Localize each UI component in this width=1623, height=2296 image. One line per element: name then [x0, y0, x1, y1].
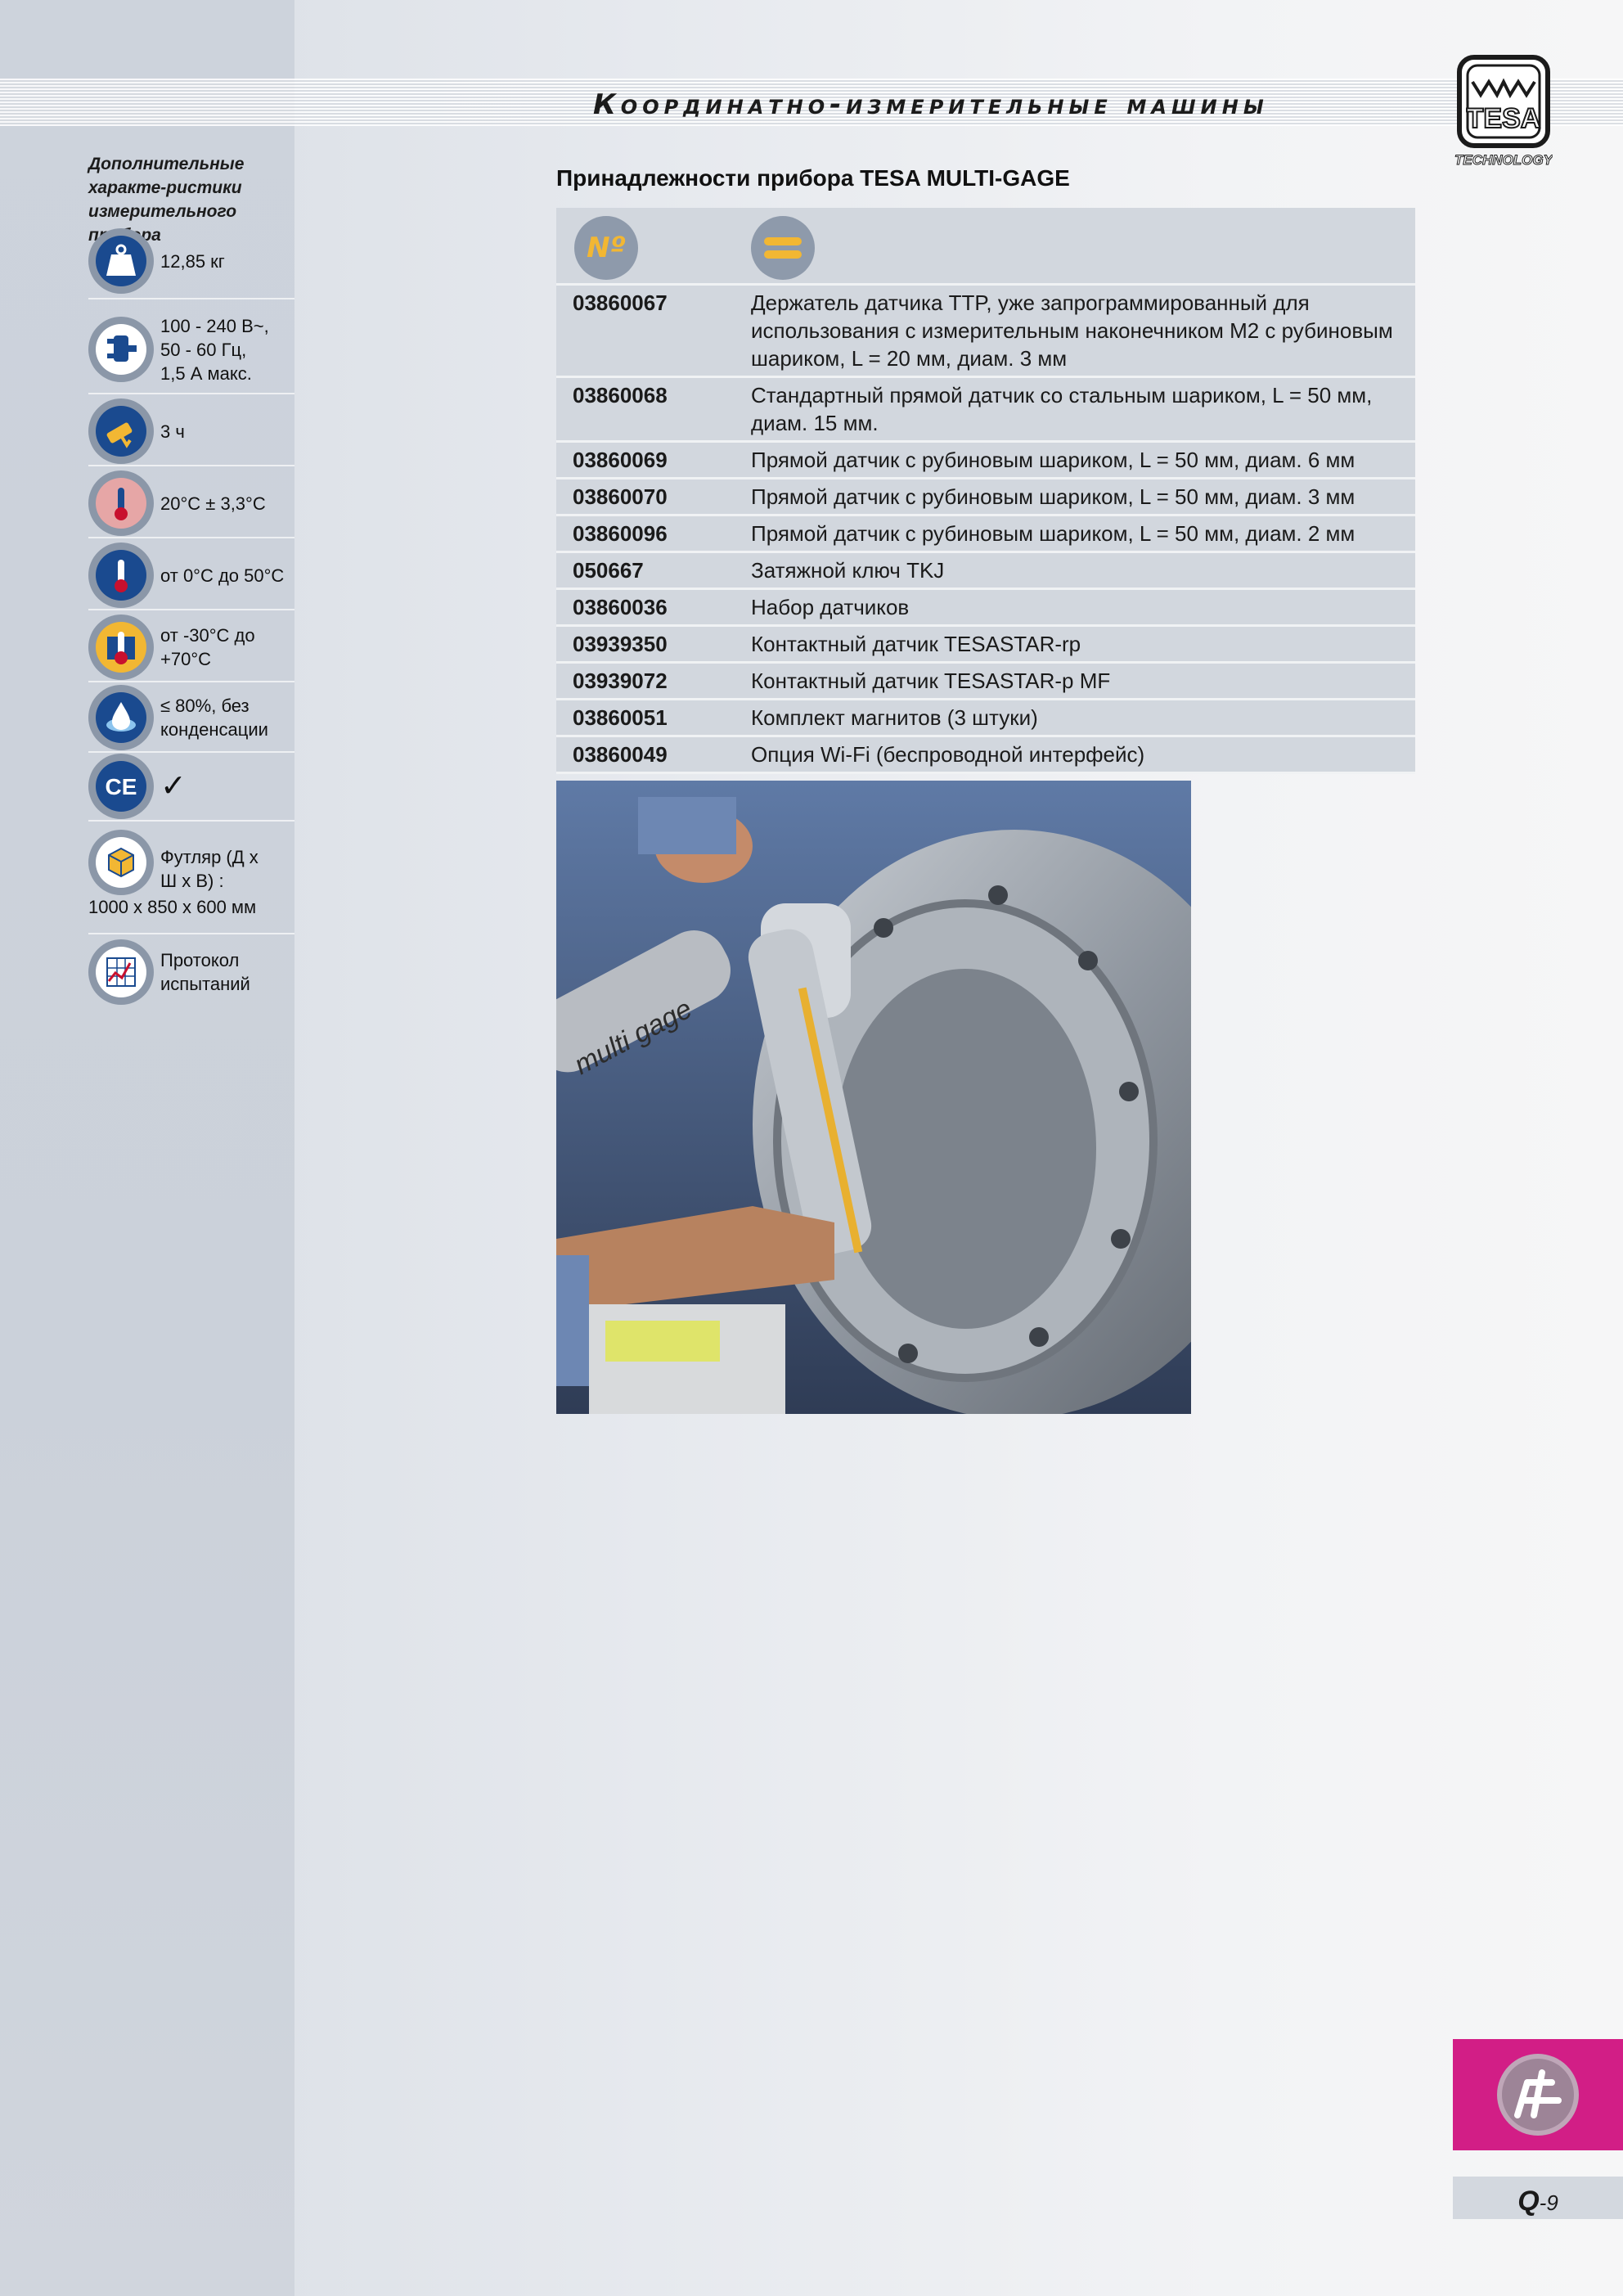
operating-temperature-icon	[88, 542, 154, 608]
spec-case: Футляр (Д x Ш x В) : 1000 x 850 x 600 мм	[88, 830, 294, 934]
ce-mark-icon: CE	[88, 754, 154, 819]
page-header-title: Координатно-измерительные машины	[593, 88, 1269, 121]
spec-weight: 12,85 кг	[88, 224, 294, 299]
page-number: Q-9	[1453, 2177, 1623, 2219]
article-number: 03860069	[573, 448, 668, 472]
test-report-icon	[88, 939, 154, 1005]
spec-humidity: ≤ 80%, без конденсации	[88, 684, 294, 753]
article-description: Прямой датчик с рубиновым шариком, L = 5…	[751, 448, 1355, 472]
table-row: 03860069 Прямой датчик с рубиновым шарико…	[556, 443, 1415, 479]
logo-brand: TESA	[1467, 103, 1541, 134]
article-description: Прямой датчик с рубиновым шариком, L = 5…	[751, 521, 1355, 546]
table-header: Nº	[556, 208, 1415, 286]
article-description: Стандартный прямой датчик со стальным ша…	[751, 383, 1373, 435]
spec-text: от -30°C до +70°C	[160, 625, 255, 669]
spec-ce: CE ✓	[88, 753, 294, 822]
svg-text:CE: CE	[106, 774, 137, 799]
spec-storage-temp: от -30°C до +70°C	[88, 614, 294, 682]
table-row: 050667 Затяжной ключ TKJ	[556, 553, 1415, 590]
logo-tagline: TECHNOLOGY	[1454, 152, 1553, 168]
article-number: 03860096	[573, 521, 668, 546]
case-icon	[88, 830, 154, 895]
article-number: 03860068	[573, 383, 668, 407]
spec-text: ≤ 80%, без конденсации	[160, 696, 268, 740]
spec-test-report: Протокол испытаний	[88, 939, 294, 1005]
storage-temperature-icon	[88, 615, 154, 680]
weight-icon	[88, 228, 154, 294]
article-description: Опция Wi-Fi (беспроводной интерфейс)	[751, 742, 1145, 767]
article-description: Держатель датчика TTP, уже запрограммиро…	[751, 290, 1393, 371]
article-description: Затяжной ключ TKJ	[751, 558, 945, 583]
article-number: 03939072	[573, 669, 668, 693]
spec-ref-temp: 20°C ± 3,3°C	[88, 470, 294, 538]
table-row: 03860070 Прямой датчик с рубиновым шарико…	[556, 479, 1415, 516]
spec-text: 100 - 240 В~, 50 - 60 Гц, 1,5 А макс.	[160, 315, 269, 384]
table-row: 03860068 Стандартный прямой датчик со ста…	[556, 378, 1415, 443]
article-description: Набор датчиков	[751, 595, 910, 619]
table-row: 03860096 Прямой датчик с рубиновым шарико…	[556, 516, 1415, 553]
height-gauge-icon	[1497, 2054, 1579, 2136]
section-tab	[1453, 2039, 1623, 2150]
humidity-icon	[88, 685, 154, 750]
case-dimensions: 1000 x 850 x 600 мм	[88, 897, 257, 917]
battery-time-icon	[88, 398, 154, 464]
spec-text: 20°C ± 3,3°C	[160, 493, 266, 514]
article-number: 050667	[573, 558, 644, 583]
article-number: 03860070	[573, 484, 668, 509]
number-icon: Nº	[574, 216, 638, 280]
spec-text: Футляр (Д x Ш x В) :	[160, 847, 259, 891]
article-description: Контактный датчик TESASTAR-p MF	[751, 669, 1111, 693]
article-description: Комплект магнитов (3 штуки)	[751, 705, 1038, 730]
table-row: 03939072 Контактный датчик TESASTAR-p MF	[556, 664, 1415, 700]
table-row: 03860049 Опция Wi-Fi (беспроводной интерф…	[556, 737, 1415, 774]
spec-text: 12,85 кг	[160, 250, 225, 272]
accessories-table: Nº 03860067 Держатель датчика TTP, уже за…	[556, 208, 1415, 774]
section-title: Принадлежности прибора TESA MULTI-GAGE	[556, 165, 1070, 191]
reference-temperature-icon	[88, 470, 154, 536]
spec-text: 3 ч	[160, 421, 185, 442]
spec-operating-temp: от 0°C до 50°C	[88, 542, 294, 610]
product-photo: multi gage	[556, 781, 1191, 1414]
table-row: 03860067 Держатель датчика TTP, уже запро…	[556, 286, 1415, 378]
article-number: 03860067	[573, 290, 668, 315]
spec-text: Протокол испытаний	[160, 950, 250, 994]
power-plug-icon	[88, 317, 154, 382]
article-description: Прямой датчик с рубиновым шариком, L = 5…	[751, 484, 1355, 509]
article-description: Контактный датчик TESASTAR-rp	[751, 632, 1081, 656]
spec-power: 100 - 240 В~, 50 - 60 Гц, 1,5 А макс.	[88, 306, 294, 394]
article-number: 03939350	[573, 632, 668, 656]
table-row: 03939350 Контактный датчик TESASTAR-rp	[556, 627, 1415, 664]
table-row: 03860036 Набор датчиков	[556, 590, 1415, 627]
tesa-logo: TESA TECHNOLOGY	[1454, 54, 1554, 169]
spec-battery: 3 ч	[88, 398, 294, 466]
article-number: 03860051	[573, 705, 668, 730]
article-number: 03860036	[573, 595, 668, 619]
article-number: 03860049	[573, 742, 668, 767]
equals-icon	[751, 216, 815, 280]
spec-text: от 0°C до 50°C	[160, 565, 285, 586]
table-row: 03860051 Комплект магнитов (3 штуки)	[556, 700, 1415, 737]
ce-checkmark: ✓	[160, 768, 187, 804]
